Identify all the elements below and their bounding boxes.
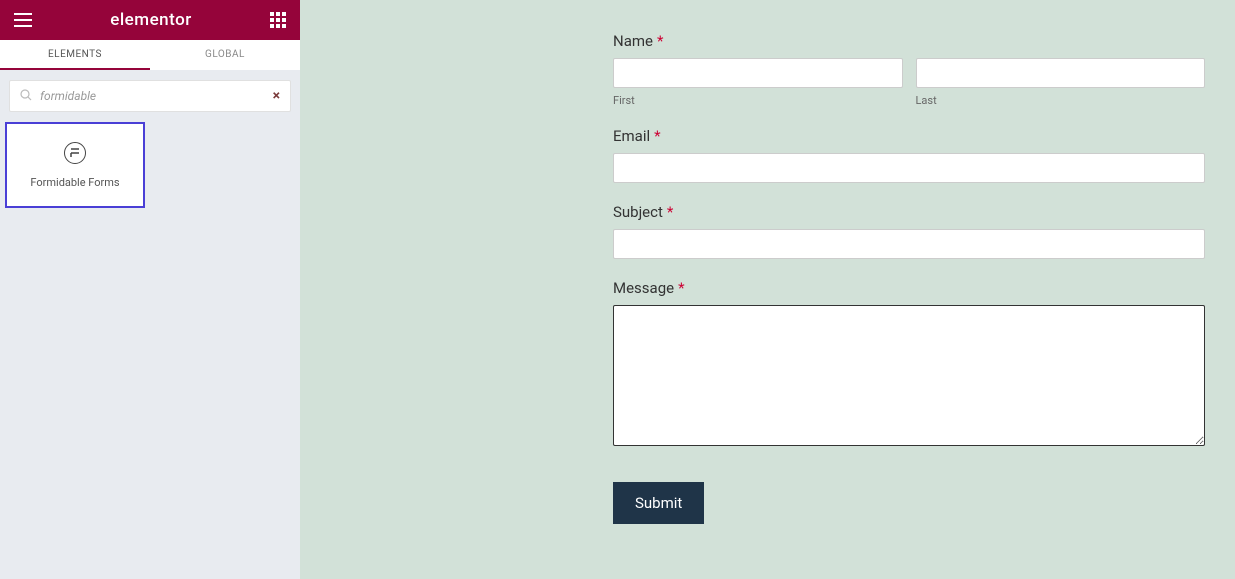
subject-input[interactable]: [613, 229, 1205, 259]
clear-search-icon[interactable]: ×: [273, 88, 280, 104]
last-name-input[interactable]: [916, 58, 1206, 88]
submit-button[interactable]: Submit: [613, 482, 704, 524]
name-field-row: Name* First Last: [613, 32, 1205, 107]
formidable-icon: [64, 142, 86, 164]
apps-grid-icon[interactable]: [270, 12, 286, 28]
elementor-logo: elementor: [110, 10, 192, 30]
first-name-col: First: [613, 58, 903, 107]
first-name-sublabel: First: [613, 94, 903, 107]
email-input[interactable]: [613, 153, 1205, 183]
last-name-sublabel: Last: [916, 94, 1206, 107]
preview-canvas: Name* First Last Email* Subject* Message…: [300, 0, 1235, 579]
subject-field-row: Subject*: [613, 203, 1205, 259]
tab-elements[interactable]: ELEMENTS: [0, 40, 150, 70]
required-mark: *: [654, 127, 660, 145]
search-box: ×: [9, 80, 291, 112]
widget-label: Formidable Forms: [30, 176, 119, 189]
required-mark: *: [657, 32, 663, 50]
subject-label: Subject*: [613, 203, 1205, 221]
widget-formidable-forms[interactable]: Formidable Forms: [5, 122, 145, 208]
sidebar-tabs: ELEMENTS GLOBAL: [0, 40, 300, 70]
menu-icon[interactable]: [14, 13, 32, 27]
message-label: Message*: [613, 279, 1205, 297]
search-wrap: ×: [0, 70, 300, 122]
name-fields: First Last: [613, 58, 1205, 107]
search-icon: [20, 89, 32, 104]
sidebar-header: elementor: [0, 0, 300, 40]
search-input[interactable]: [40, 89, 260, 103]
name-label: Name*: [613, 32, 1205, 50]
first-name-input[interactable]: [613, 58, 903, 88]
tab-global[interactable]: GLOBAL: [150, 40, 300, 70]
elementor-sidebar: elementor ELEMENTS GLOBAL × Formidable F…: [0, 0, 300, 579]
required-mark: *: [678, 279, 684, 297]
message-field-row: Message*: [613, 279, 1205, 450]
message-textarea[interactable]: [613, 305, 1205, 446]
widgets-grid: Formidable Forms: [0, 122, 300, 208]
required-mark: *: [667, 203, 673, 221]
last-name-col: Last: [916, 58, 1206, 107]
email-field-row: Email*: [613, 127, 1205, 183]
email-label: Email*: [613, 127, 1205, 145]
